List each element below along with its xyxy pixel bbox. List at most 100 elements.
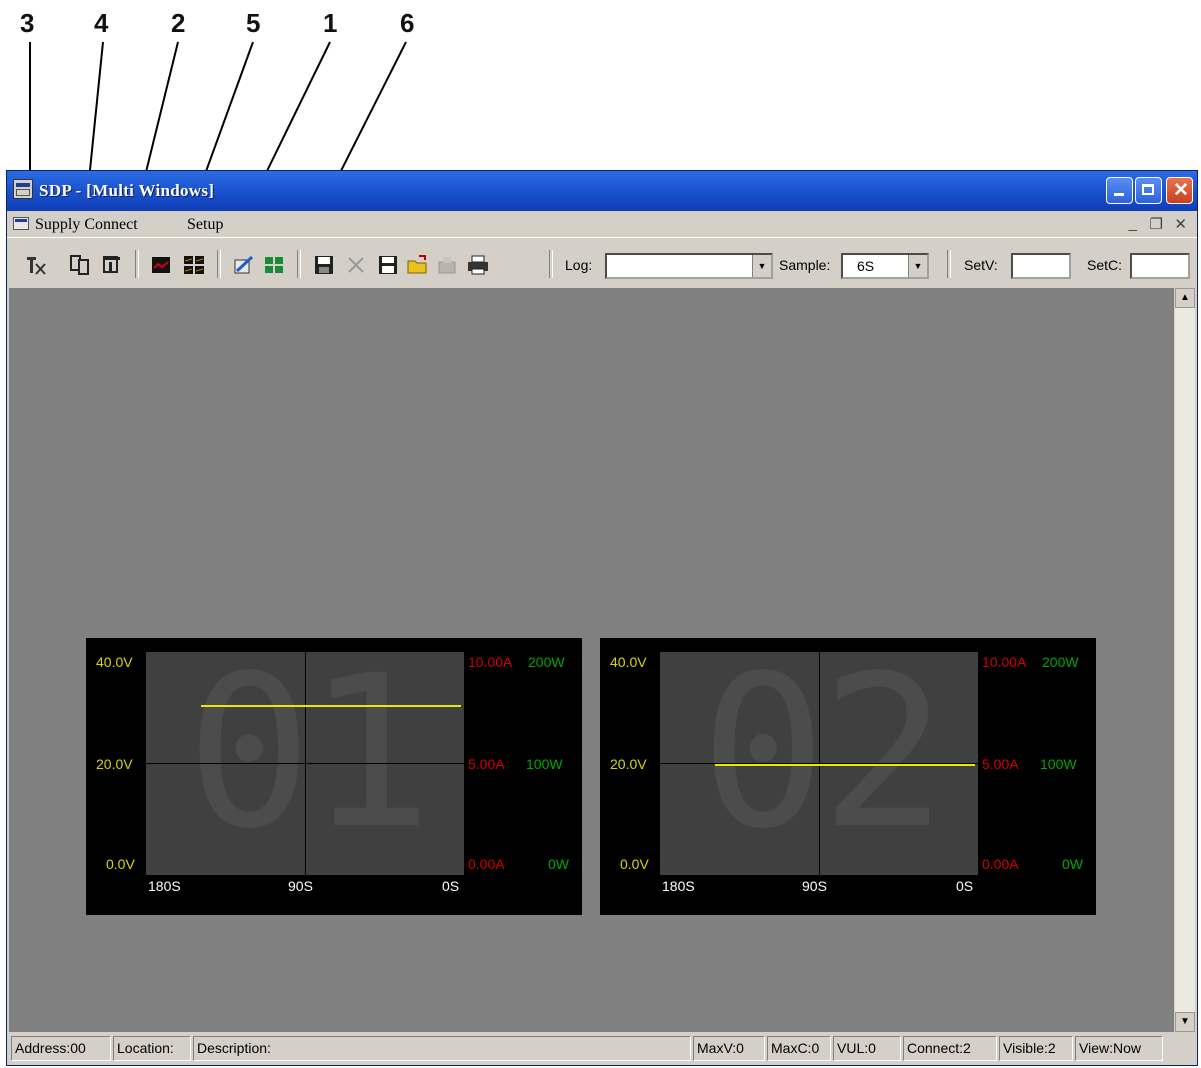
save-as-icon[interactable] bbox=[377, 254, 399, 276]
plot-area: 01 bbox=[146, 652, 464, 875]
menu-bar: Supply Connect Setup _ ❐ ✕ bbox=[7, 211, 1197, 237]
app-window: SDP - [Multi Windows] ✕ Supply Connect S… bbox=[6, 170, 1198, 1066]
disconnect-icon[interactable] bbox=[101, 254, 123, 276]
single-graph-icon[interactable] bbox=[150, 254, 172, 276]
close-button[interactable]: ✕ bbox=[1166, 177, 1193, 204]
time-start-label: 180S bbox=[662, 878, 695, 894]
power-mid-label: 100W bbox=[1040, 756, 1077, 772]
voltage-min-label: 0.0V bbox=[620, 856, 649, 872]
supply-panel-02[interactable]: 02 40.0V 20.0V 0.0V 10.00A 5.00A 0.00A 2… bbox=[600, 638, 1096, 915]
supply-panel-01[interactable]: 01 40.0V 20.0V 0.0V 10.00A 5.00A 0.00A 2… bbox=[86, 638, 582, 915]
power-max-label: 200W bbox=[1042, 654, 1079, 670]
setv-label: SetV: bbox=[964, 257, 998, 273]
voltage-max-label: 40.0V bbox=[96, 654, 133, 670]
power-min-label: 0W bbox=[548, 856, 569, 872]
sample-label: Sample: bbox=[779, 257, 831, 273]
status-vul: VUL:0 bbox=[833, 1036, 901, 1061]
voltage-mid-label: 20.0V bbox=[610, 756, 647, 772]
power-mid-label: 100W bbox=[526, 756, 563, 772]
current-min-label: 0.00A bbox=[468, 856, 505, 872]
log-combo[interactable]: ▼ bbox=[605, 253, 773, 279]
minimize-button[interactable] bbox=[1106, 177, 1133, 204]
status-connect: Connect:2 bbox=[903, 1036, 997, 1061]
supply-id: 01 bbox=[186, 652, 433, 875]
callout-5: 5 bbox=[246, 8, 261, 38]
export-icon[interactable] bbox=[437, 254, 459, 276]
sample-combo[interactable]: 6S ▼ bbox=[841, 253, 929, 279]
print-icon[interactable] bbox=[467, 254, 489, 276]
save-icon[interactable] bbox=[313, 254, 335, 276]
status-maxc: MaxC:0 bbox=[767, 1036, 831, 1061]
callout-2: 2 bbox=[171, 8, 186, 38]
multi-graph-icon[interactable] bbox=[183, 254, 205, 276]
current-mid-label: 5.00A bbox=[468, 756, 505, 772]
status-location: Location: bbox=[113, 1036, 191, 1061]
callout-3: 3 bbox=[20, 8, 35, 38]
callout-1: 1 bbox=[323, 8, 338, 38]
vertical-scrollbar[interactable]: ▲ ▼ bbox=[1175, 288, 1195, 1032]
toolbar-separator bbox=[297, 250, 301, 278]
tx-icon[interactable] bbox=[25, 254, 47, 276]
voltage-min-label: 0.0V bbox=[106, 856, 135, 872]
maximize-icon bbox=[1142, 184, 1154, 195]
callout-4: 4 bbox=[94, 8, 109, 38]
power-max-label: 200W bbox=[528, 654, 565, 670]
menu-setup[interactable]: Setup bbox=[187, 216, 223, 234]
current-min-label: 0.00A bbox=[982, 856, 1019, 872]
toolbar: Log: ▼ Sample: 6S ▼ SetV: SetC: bbox=[7, 237, 1197, 288]
sample-value: 6S bbox=[857, 258, 875, 274]
setv-input[interactable] bbox=[1011, 253, 1071, 279]
edit-icon[interactable] bbox=[232, 254, 254, 276]
mdi-restore-icon[interactable]: ❐ bbox=[1150, 215, 1163, 233]
status-address: Address:00 bbox=[11, 1036, 111, 1061]
time-end-label: 0S bbox=[956, 878, 974, 894]
time-start-label: 180S bbox=[148, 878, 181, 894]
window-title: SDP - [Multi Windows] bbox=[39, 181, 215, 200]
voltage-mid-label: 20.0V bbox=[96, 756, 133, 772]
log-dropdown-icon[interactable]: ▼ bbox=[752, 255, 771, 277]
maximize-button[interactable] bbox=[1135, 177, 1162, 204]
current-mid-label: 5.00A bbox=[982, 756, 1019, 772]
copy-connect-icon[interactable] bbox=[69, 254, 91, 276]
mdi-minimize-icon[interactable]: _ bbox=[1129, 215, 1137, 232]
status-bar: Address:00 Location: Description: MaxV:0… bbox=[7, 1033, 1197, 1065]
title-bar[interactable]: SDP - [Multi Windows] ✕ bbox=[7, 171, 1197, 211]
supply-id: 02 bbox=[700, 652, 947, 875]
plot-area: 02 bbox=[660, 652, 978, 875]
status-view: View:Now bbox=[1075, 1036, 1163, 1061]
scroll-down-icon[interactable]: ▼ bbox=[1175, 1012, 1195, 1032]
grid-icon[interactable] bbox=[263, 254, 285, 276]
scroll-up-icon[interactable]: ▲ bbox=[1175, 288, 1195, 308]
gridline-vertical bbox=[305, 652, 306, 875]
status-visible: Visible:2 bbox=[999, 1036, 1073, 1061]
time-end-label: 0S bbox=[442, 878, 460, 894]
current-max-label: 10.00A bbox=[982, 654, 1027, 670]
callout-6: 6 bbox=[400, 8, 415, 38]
close-icon: ✕ bbox=[1173, 180, 1189, 201]
mdi-child-icon[interactable] bbox=[13, 217, 29, 230]
toolbar-separator bbox=[947, 250, 951, 278]
open-folder-icon[interactable] bbox=[407, 254, 429, 276]
delete-icon[interactable] bbox=[345, 254, 367, 276]
toolbar-separator bbox=[135, 250, 139, 278]
setc-label: SetC: bbox=[1087, 257, 1123, 273]
status-maxv: MaxV:0 bbox=[693, 1036, 765, 1061]
mdi-close-icon[interactable]: ✕ bbox=[1174, 215, 1187, 233]
voltage-trace bbox=[715, 764, 975, 766]
current-max-label: 10.00A bbox=[468, 654, 513, 670]
sample-dropdown-icon[interactable]: ▼ bbox=[908, 255, 927, 277]
client-area: 01 40.0V 20.0V 0.0V 10.00A 5.00A 0.00A 2… bbox=[9, 288, 1174, 1032]
time-mid-label: 90S bbox=[802, 878, 827, 894]
toolbar-separator bbox=[217, 250, 221, 278]
power-min-label: 0W bbox=[1062, 856, 1083, 872]
time-mid-label: 90S bbox=[288, 878, 313, 894]
log-label: Log: bbox=[565, 257, 593, 273]
menu-supply-connect[interactable]: Supply Connect bbox=[35, 216, 138, 234]
app-icon[interactable] bbox=[13, 179, 33, 199]
voltage-trace bbox=[201, 705, 461, 707]
voltage-max-label: 40.0V bbox=[610, 654, 647, 670]
toolbar-separator bbox=[549, 250, 553, 278]
status-description: Description: bbox=[193, 1036, 691, 1061]
setc-input[interactable] bbox=[1130, 253, 1190, 279]
minimize-icon bbox=[1114, 193, 1124, 196]
